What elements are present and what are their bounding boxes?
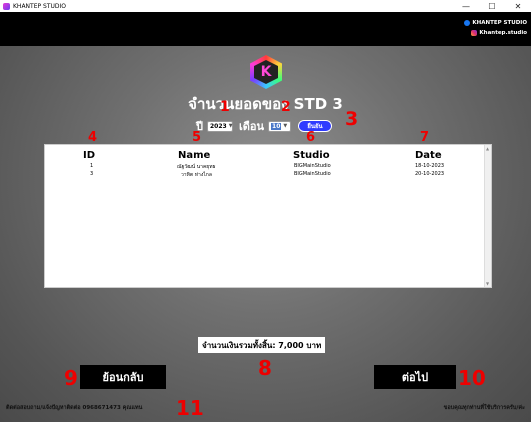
cell-date: 18-10-2023: [415, 163, 445, 169]
close-button[interactable]: ✕: [505, 0, 531, 12]
column-header-studio: Studio: [293, 150, 330, 161]
total-amount: จำนวนเงินรวมทั้งสิ้น: 7,000 บาท: [198, 337, 326, 353]
annotation-5: 5: [192, 130, 202, 145]
maximize-button[interactable]: ☐: [479, 0, 505, 12]
instagram-label: Khantep.studio: [479, 30, 527, 36]
window-title: KHANTEP STUDIO: [13, 2, 66, 10]
annotation-10: 10: [458, 366, 486, 390]
facebook-icon: [464, 20, 471, 26]
table-header: ID Name Studio Date: [45, 150, 485, 162]
table-row[interactable]: 3 วาทิต ห่างไกล BIGMainStudio 20-10-2023: [45, 171, 485, 179]
scroll-up-icon[interactable]: ▲: [486, 146, 489, 151]
minimize-button[interactable]: —: [453, 0, 479, 12]
chevron-down-icon: ▼: [283, 123, 288, 129]
cell-studio: BIGMainStudio: [294, 163, 331, 169]
year-select[interactable]: 2023 ▼: [206, 120, 233, 132]
cell-date: 20-10-2023: [415, 171, 445, 177]
annotation-3: 3: [345, 108, 359, 130]
cell-id: 3: [90, 171, 94, 177]
month-select[interactable]: 10 ▼: [268, 120, 292, 132]
facebook-label: KHANTEP STUDIO: [472, 20, 527, 26]
page-title: จำนวนยอดของ STD 3: [188, 95, 343, 113]
back-button[interactable]: ย้อนกลับ: [80, 365, 166, 389]
month-value: 10: [271, 122, 282, 130]
data-table: ID Name Studio Date 1 ณัฐวัฒน์ นาคยุทธ B…: [44, 144, 492, 288]
instagram-icon: [471, 30, 478, 36]
instagram-link[interactable]: Khantep.studio: [471, 30, 527, 36]
cell-name: วาทิต ห่างไกล: [181, 172, 212, 178]
facebook-link[interactable]: KHANTEP STUDIO: [464, 20, 527, 26]
annotation-6: 6: [306, 130, 316, 145]
footer-thanks: ขอบคุณทุกท่านที่ใช้บริการครับ/ค่ะ: [443, 405, 525, 411]
footer-contact: ติดต่อสอบถาม/แจ้งปัญหาติดต่อ 0968671473 …: [6, 405, 143, 411]
annotation-11: 11: [176, 396, 204, 420]
year-value: 2023: [209, 122, 227, 130]
app-icon: [3, 2, 10, 10]
table-row[interactable]: 1 ณัฐวัฒน์ นาคยุทธ BIGMainStudio 18-10-2…: [45, 163, 485, 171]
annotation-9: 9: [64, 366, 78, 390]
annotation-2: 2: [281, 99, 291, 115]
next-button[interactable]: ต่อไป: [374, 365, 456, 389]
cell-studio: BIGMainStudio: [294, 171, 331, 177]
annotation-4: 4: [88, 130, 98, 145]
table-scrollbar[interactable]: ▲ ▼: [484, 145, 491, 287]
annotation-8: 8: [258, 356, 272, 380]
window-titlebar: KHANTEP STUDIO — ☐ ✕: [0, 0, 531, 12]
column-header-id: ID: [83, 150, 96, 161]
scroll-down-icon[interactable]: ▼: [486, 281, 489, 286]
column-header-date: Date: [415, 150, 442, 161]
top-banner: KHANTEP STUDIO Khantep.studio: [0, 12, 531, 46]
chevron-down-icon: ▼: [228, 123, 233, 129]
column-header-name: Name: [178, 150, 211, 161]
cell-name: ณัฐวัฒน์ นาคยุทธ: [177, 164, 216, 170]
annotation-7: 7: [420, 130, 430, 145]
month-label: เดือน: [238, 120, 265, 133]
cell-id: 1: [90, 163, 94, 169]
annotation-1: 1: [220, 99, 230, 115]
